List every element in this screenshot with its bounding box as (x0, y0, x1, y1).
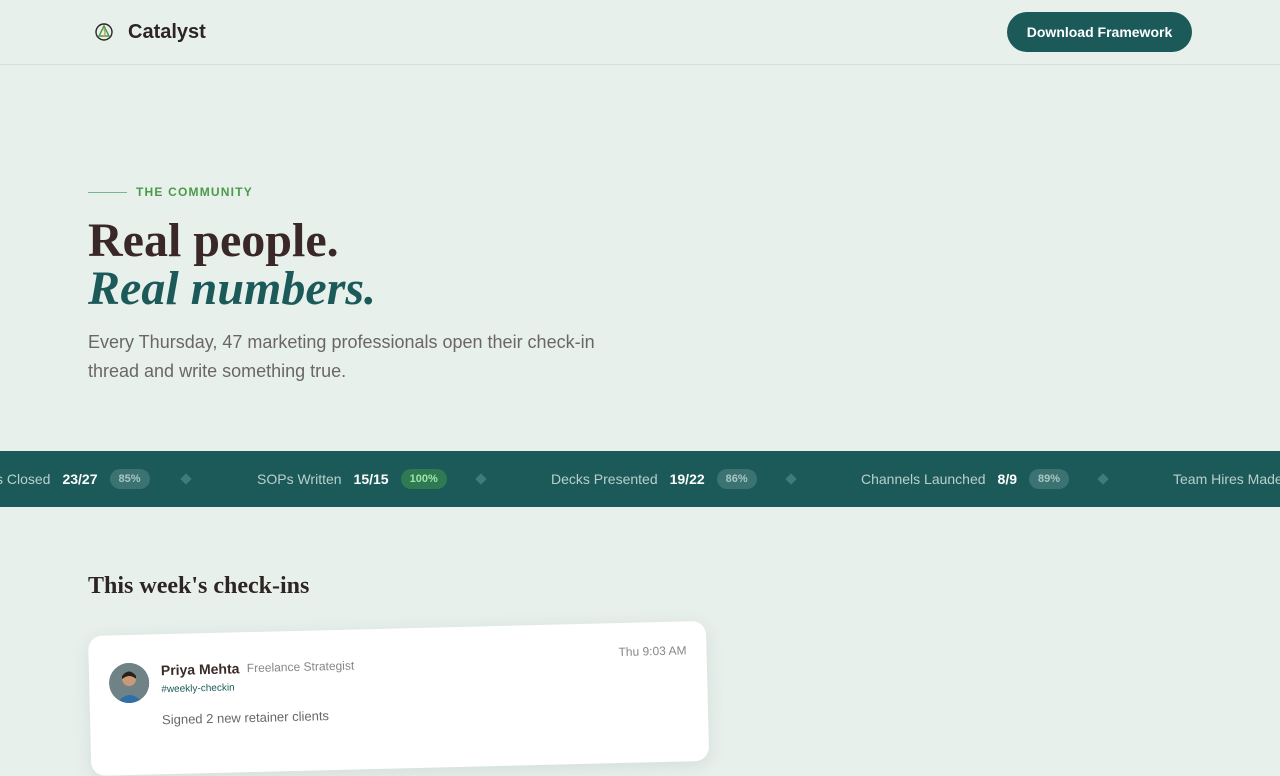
stats-ticker: s Closed 23/27 85% SOPs Written 15/15 10… (0, 451, 1280, 507)
ticker-value: 23/27 (62, 471, 98, 487)
download-framework-button[interactable]: Download Framework (1007, 12, 1192, 52)
checkins-title: This week's check-ins (88, 573, 310, 599)
checkin-card[interactable]: Priya Mehta Freelance Strategist #weekly… (88, 620, 710, 776)
diamond-separator-icon (180, 473, 192, 485)
ticker-item: Decks Presented 19/22 86% (551, 451, 757, 507)
ticker-item: SOPs Written 15/15 100% (257, 451, 447, 507)
ticker-label: s Closed (0, 471, 51, 487)
diamond-separator-icon (1097, 473, 1109, 485)
ticker-percent-badge: 100% (400, 469, 447, 489)
ticker-value: 8/9 (997, 471, 1018, 487)
ticker-item: Team Hires Made (1173, 451, 1280, 507)
diamond-separator-icon (785, 473, 797, 485)
ticker-percent-badge: 85% (109, 469, 150, 489)
checkin-channel-tag[interactable]: #weekly-checkin (161, 682, 235, 695)
headline-line-1: Real people. (88, 214, 339, 267)
ticker-percent-badge: 86% (716, 469, 757, 489)
ticker-percent-badge: 89% (1029, 469, 1070, 489)
ticker-label: Team Hires Made (1173, 471, 1280, 487)
hero-description: Every Thursday, 47 marketing professiona… (88, 332, 595, 381)
headline-line-2: Real numbers. (88, 262, 377, 315)
ticker-label: Decks Presented (551, 471, 658, 487)
eyebrow-text: THE COMMUNITY (136, 185, 253, 199)
eyebrow-divider (88, 191, 127, 193)
checkin-author-role: Freelance Strategist (246, 658, 355, 676)
ticker-label: Channels Launched (861, 471, 986, 487)
checkin-body: Signed 2 new retainer clients (161, 708, 330, 728)
diamond-separator-icon (475, 473, 487, 485)
brand[interactable]: Catalyst (94, 20, 206, 44)
ticker-item: s Closed 23/27 85% (0, 451, 150, 507)
checkin-author-name[interactable]: Priya Mehta (161, 660, 240, 678)
ticker-item: Channels Launched 8/9 89% (861, 451, 1070, 507)
user-avatar-icon (108, 662, 150, 704)
ticker-label: SOPs Written (257, 471, 342, 487)
ticker-value: 15/15 (353, 471, 389, 487)
catalyst-logo-icon (95, 23, 113, 41)
avatar[interactable] (108, 662, 150, 704)
brand-name: Catalyst (128, 20, 206, 43)
top-nav: Catalyst Download Framework (0, 0, 1280, 65)
ticker-value: 19/22 (669, 471, 705, 487)
checkin-timestamp: Thu 9:03 AM (618, 643, 687, 660)
section-eyebrow: THE COMMUNITY (88, 185, 253, 199)
